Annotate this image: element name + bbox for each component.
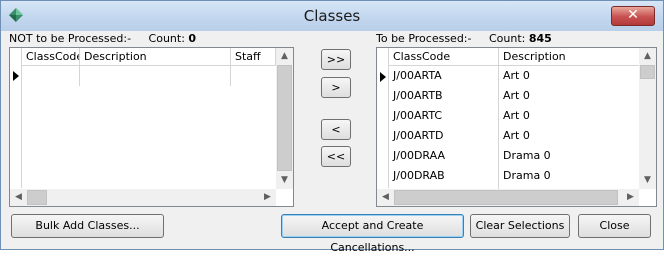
left-col-header-description[interactable]: Description (80, 48, 231, 66)
scroll-left-arrow-icon[interactable]: ◀ (377, 189, 394, 206)
accept-create-cancellations-button[interactable]: Accept and Create Cancellations... (281, 214, 464, 254)
classcode-cell: J/00DRAB (393, 169, 445, 182)
right-count-value: 845 (528, 32, 552, 45)
left-count-value: 0 (188, 32, 197, 45)
move-right-button[interactable]: > (321, 77, 351, 98)
window-close-button[interactable]: ✕ (611, 6, 655, 26)
bulk-add-classes-button[interactable]: Bulk Add Classes... (11, 214, 164, 238)
right-horizontal-scrollbar[interactable]: ◀ ▶ (377, 189, 639, 206)
scroll-right-arrow-icon[interactable]: ▶ (622, 189, 639, 206)
current-row-marker-icon (13, 71, 19, 81)
description-cell: Art 0 (503, 69, 530, 82)
left-panel-header: NOT to be Processed:- Count: 0 (9, 32, 196, 45)
left-panel-label: NOT to be Processed:- (9, 32, 132, 45)
left-cell-divider (79, 66, 80, 86)
close-icon: ✕ (627, 7, 639, 23)
description-cell: Art 0 (503, 129, 530, 142)
scroll-thumb[interactable] (277, 65, 292, 171)
classcode-cell: J/00ARTD (393, 129, 444, 142)
right-col-header-description[interactable]: Description (499, 48, 639, 66)
left-count-label: Count: (148, 32, 185, 45)
scroll-up-arrow-icon[interactable]: ▲ (276, 48, 293, 65)
right-panel-header: To be Processed:- Count: 845 (376, 32, 552, 45)
title-bar[interactable]: Classes ✕ (1, 1, 663, 31)
left-horizontal-scrollbar[interactable]: ◀ ▶ (10, 189, 276, 206)
left-col-header-staff[interactable]: Staff (231, 48, 276, 66)
right-row-selector-column (377, 48, 389, 188)
scroll-down-arrow-icon[interactable]: ▼ (276, 172, 293, 189)
scroll-down-arrow-icon[interactable]: ▼ (639, 172, 656, 189)
move-all-left-button[interactable]: << (321, 146, 351, 167)
description-cell: Art 0 (503, 89, 530, 102)
right-col-header-classcode[interactable]: ClassCode (389, 48, 499, 66)
right-panel-label: To be Processed:- (376, 32, 472, 45)
left-row-selector-column (10, 48, 22, 188)
classcode-cell: J/00ARTA (393, 69, 442, 82)
scroll-thumb[interactable] (27, 190, 47, 205)
description-cell: Art 0 (503, 109, 530, 122)
window-title: Classes (303, 7, 361, 25)
scroll-left-arrow-icon[interactable]: ◀ (10, 189, 27, 206)
close-button[interactable]: Close (578, 214, 651, 238)
left-col-header-classcode[interactable]: ClassCode (22, 48, 80, 66)
clear-selections-button[interactable]: Clear Selections (470, 214, 570, 238)
current-row-marker-icon (380, 72, 386, 82)
left-vertical-scrollbar[interactable]: ▲ ▼ (276, 48, 293, 189)
description-cell: Drama 0 (503, 169, 551, 182)
classes-window: Classes ✕ NOT to be Processed:- Count: 0… (0, 0, 664, 254)
move-left-button[interactable]: < (321, 119, 351, 140)
scroll-thumb[interactable] (640, 65, 655, 79)
classcode-cell: J/00ARTC (393, 109, 443, 122)
right-count-label: Count: (488, 32, 526, 45)
scroll-thumb[interactable] (394, 190, 618, 205)
classcode-cell: J/00DRAA (393, 149, 445, 162)
to-be-processed-grid[interactable]: ClassCode Description J/00ARTA Art 0 J/0… (376, 47, 657, 207)
scroll-up-arrow-icon[interactable]: ▲ (639, 48, 656, 65)
description-cell: Drama 0 (503, 149, 551, 162)
move-all-right-button[interactable]: >> (321, 49, 351, 70)
classcode-cell: J/00ARTB (393, 89, 443, 102)
right-vertical-scrollbar[interactable]: ▲ ▼ (639, 48, 656, 189)
left-cell-divider (230, 66, 231, 86)
not-processed-grid[interactable]: ClassCode Description Staff ▲ ▼ ◀ ▶ (9, 47, 294, 207)
scroll-right-arrow-icon[interactable]: ▶ (259, 189, 276, 206)
